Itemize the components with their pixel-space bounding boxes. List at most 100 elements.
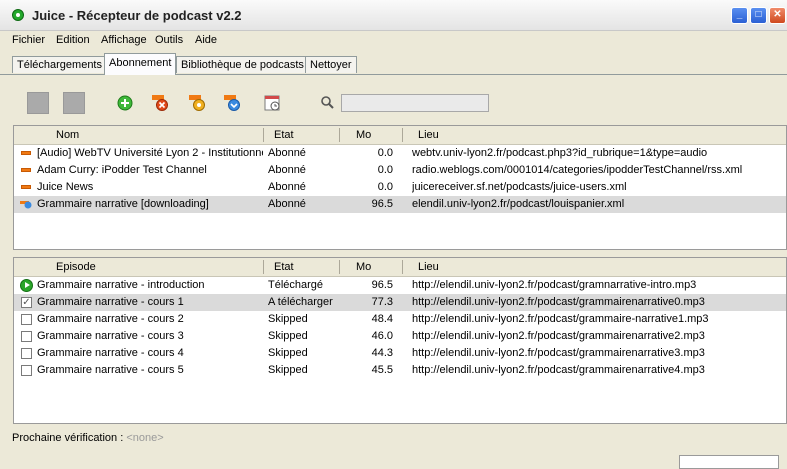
episode-name: Grammaire narrative - cours 1 — [37, 296, 184, 308]
feed-status: Abonné — [268, 198, 306, 210]
feed-name: Juice News — [37, 181, 94, 193]
column-status[interactable]: Etat — [274, 258, 294, 276]
episode-checkbox[interactable] — [21, 348, 32, 359]
episode-name: Grammaire narrative - cours 3 — [37, 330, 184, 342]
episode-size: 46.0 — [371, 330, 393, 342]
menu-view[interactable]: Affichage — [101, 34, 147, 46]
episode-location: http://elendil.univ-lyon2.fr/podcast/gra… — [412, 347, 705, 359]
episode-location: http://elendil.univ-lyon2.fr/podcast/gra… — [412, 279, 697, 291]
feed-size: 96.5 — [371, 198, 393, 210]
feed-status: Abonné — [268, 164, 306, 176]
episode-size: 44.3 — [371, 347, 393, 359]
episode-row[interactable]: Grammaire narrative - introduction Téléch… — [14, 277, 786, 294]
episode-name: Grammaire narrative - cours 5 — [37, 364, 184, 376]
column-location[interactable]: Lieu — [418, 258, 439, 276]
tab-podcast-library[interactable]: Bibliothèque de podcasts — [176, 56, 309, 73]
episode-checkbox[interactable]: ✓ — [21, 297, 32, 308]
episode-row[interactable]: Grammaire narrative - cours 2 Skipped 48.4… — [14, 311, 786, 328]
feed-location: juicereceiver.sf.net/podcasts/juice-user… — [412, 181, 627, 193]
episode-name: Grammaire narrative - cours 2 — [37, 313, 184, 325]
feed-status: Abonné — [268, 181, 306, 193]
episode-checkbox[interactable] — [21, 365, 32, 376]
title-bar: Juice - Récepteur de podcast v2.2 _ □ ✕ — [0, 0, 787, 31]
column-name[interactable]: Nom — [56, 126, 79, 144]
subscriptions-header: Nom Etat Mo Lieu — [14, 126, 786, 145]
add-feed-icon[interactable] — [115, 93, 135, 113]
episode-name: Grammaire narrative - introduction — [37, 279, 205, 291]
column-size[interactable]: Mo — [356, 258, 371, 276]
episode-name: Grammaire narrative - cours 4 — [37, 347, 184, 359]
check-feed-icon[interactable] — [222, 93, 242, 113]
episode-size: 96.5 — [371, 279, 393, 291]
feed-status: Abonné — [268, 147, 306, 159]
episode-size: 45.5 — [371, 364, 393, 376]
episode-row[interactable]: Grammaire narrative - cours 4 Skipped 44.3… — [14, 345, 786, 362]
status-field — [679, 455, 779, 469]
feed-size: 0.0 — [377, 147, 393, 159]
episode-row[interactable]: Grammaire narrative - cours 5 Skipped 45.5… — [14, 362, 786, 379]
feed-size: 0.0 — [377, 164, 393, 176]
episode-status: A télécharger — [268, 296, 333, 308]
subscription-row[interactable]: Juice News Abonné 0.0 juicereceiver.sf.net/… — [14, 179, 786, 196]
tab-bar: Téléchargements Abonnement Bibliothèque … — [0, 50, 787, 75]
feed-location: elendil.univ-lyon2.fr/podcast/louispanie… — [412, 198, 625, 210]
episodes-table: Episode Etat Mo Lieu Grammaire narrative… — [13, 257, 787, 424]
feed-icon — [21, 168, 31, 172]
episodes-header: Episode Etat Mo Lieu — [14, 258, 786, 277]
column-status[interactable]: Etat — [274, 126, 294, 144]
episode-status: Téléchargé — [268, 279, 324, 291]
episode-row[interactable]: Grammaire narrative - cours 3 Skipped 46.0… — [14, 328, 786, 345]
feed-location: radio.weblogs.com/0001014/categories/ipo… — [412, 164, 743, 176]
episode-size: 77.3 — [371, 296, 393, 308]
episode-location: http://elendil.univ-lyon2.fr/podcast/gra… — [412, 330, 705, 342]
column-location[interactable]: Lieu — [418, 126, 439, 144]
feed-location: webtv.univ-lyon2.fr/podcast.php3?id_rubr… — [412, 147, 708, 159]
feed-icon — [21, 185, 31, 189]
menu-help[interactable]: Aide — [195, 34, 217, 46]
download-feed-icon — [20, 200, 32, 209]
menu-tools[interactable]: Outils — [155, 34, 183, 46]
menu-file[interactable]: Fichier — [12, 34, 45, 46]
disabled-button-2[interactable] — [63, 92, 85, 114]
search-input[interactable] — [341, 94, 489, 112]
menu-edit[interactable]: Edition — [56, 34, 90, 46]
episode-location: http://elendil.univ-lyon2.fr/podcast/gra… — [412, 296, 705, 308]
feed-size: 0.0 — [377, 181, 393, 193]
next-check-status: Prochaine vérification : <none> — [12, 432, 164, 444]
app-icon — [12, 9, 24, 21]
episode-size: 48.4 — [371, 313, 393, 325]
feed-name: Grammaire narrative [downloading] — [37, 198, 209, 210]
disabled-button-1[interactable] — [27, 92, 49, 114]
episode-checkbox[interactable] — [21, 331, 32, 342]
episode-status: Skipped — [268, 364, 308, 376]
subscription-row[interactable]: [Audio] WebTV Université Lyon 2 - Instit… — [14, 145, 786, 162]
subscription-row[interactable]: Grammaire narrative [downloading] Abonné 9… — [14, 196, 786, 213]
tab-downloads[interactable]: Téléchargements — [12, 56, 107, 73]
scheduler-icon[interactable] — [263, 93, 283, 113]
play-icon[interactable] — [20, 279, 33, 292]
column-episode[interactable]: Episode — [56, 258, 96, 276]
tab-cleanup[interactable]: Nettoyer — [305, 56, 357, 73]
episode-checkbox[interactable] — [21, 314, 32, 325]
subscription-row[interactable]: Adam Curry: iPodder Test Channel Abonné 0.… — [14, 162, 786, 179]
close-button[interactable]: ✕ — [769, 7, 786, 24]
tab-subscriptions[interactable]: Abonnement — [104, 53, 177, 75]
episode-status: Skipped — [268, 313, 308, 325]
episode-status: Skipped — [268, 347, 308, 359]
episode-location: http://elendil.univ-lyon2.fr/podcast/gra… — [412, 364, 705, 376]
search-icon — [321, 96, 334, 109]
subscriptions-table: Nom Etat Mo Lieu [Audio] WebTV Universit… — [13, 125, 787, 250]
feed-name: [Audio] WebTV Université Lyon 2 - Instit… — [37, 147, 263, 159]
feed-properties-icon[interactable] — [187, 93, 207, 113]
feed-name: Adam Curry: iPodder Test Channel — [37, 164, 207, 176]
next-check-value: <none> — [126, 432, 164, 444]
menu-bar: Fichier Edition Affichage Outils Aide — [0, 31, 787, 49]
column-size[interactable]: Mo — [356, 126, 371, 144]
remove-feed-icon[interactable] — [150, 93, 170, 113]
minimize-button[interactable]: _ — [731, 7, 748, 24]
episode-row[interactable]: ✓ Grammaire narrative - cours 1 A téléchar… — [14, 294, 786, 311]
maximize-button[interactable]: □ — [750, 7, 767, 24]
feed-icon — [21, 151, 31, 155]
episode-status: Skipped — [268, 330, 308, 342]
episode-location: http://elendil.univ-lyon2.fr/podcast/gra… — [412, 313, 709, 325]
